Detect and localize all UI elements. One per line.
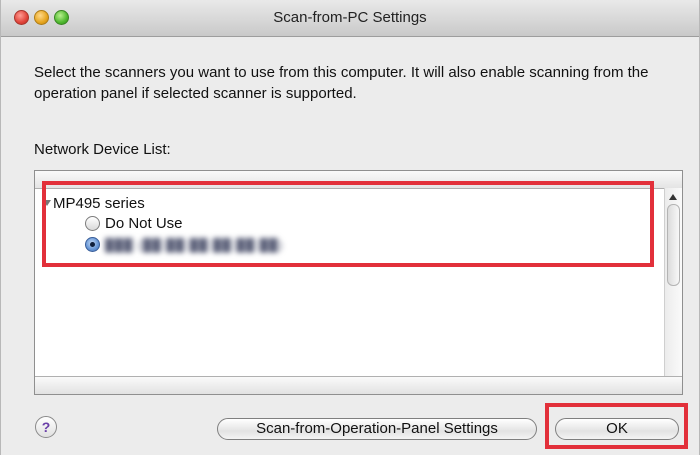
help-button[interactable]: ? — [35, 416, 57, 438]
scan-from-operation-panel-settings-button[interactable]: Scan-from-Operation-Panel Settings — [217, 418, 537, 440]
help-icon: ? — [41, 419, 51, 435]
horizontal-scrollbar[interactable] — [35, 376, 682, 394]
description-text: Select the scanners you want to use from… — [34, 64, 649, 102]
vertical-scrollbar[interactable] — [664, 188, 682, 377]
scroll-up-arrow-icon[interactable] — [669, 194, 677, 200]
network-device-list-label: Network Device List: — [34, 141, 171, 158]
highlight-box-ok-button — [545, 403, 688, 449]
scroll-thumb[interactable] — [667, 204, 680, 286]
highlight-box-device-list — [42, 181, 654, 267]
title-bar[interactable]: Scan-from-PC Settings — [1, 0, 699, 37]
scan-from-pc-settings-window: Scan-from-PC Settings Select the scanner… — [0, 0, 700, 455]
window-title: Scan-from-PC Settings — [273, 9, 427, 26]
